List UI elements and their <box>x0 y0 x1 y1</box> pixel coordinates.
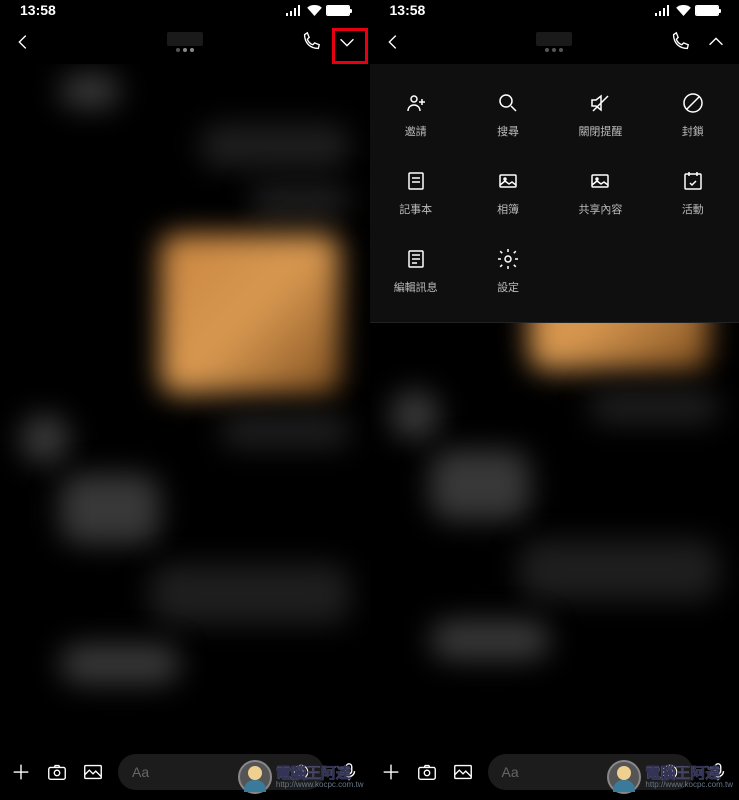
plus-icon[interactable] <box>380 761 402 783</box>
menu-shared-content[interactable]: 共享內容 <box>554 154 646 232</box>
status-time: 13:58 <box>390 2 426 18</box>
battery-icon <box>326 5 350 16</box>
nav-bar <box>370 20 739 64</box>
camera-icon[interactable] <box>46 761 68 783</box>
menu-settings[interactable]: 設定 <box>462 232 554 310</box>
block-icon <box>681 91 705 115</box>
menu-invite[interactable]: 邀請 <box>370 76 462 154</box>
chat-menu-panel: 邀請 搜尋 關閉提醒 封鎖 記事本 <box>370 64 739 323</box>
invite-icon <box>404 91 428 115</box>
menu-event[interactable]: 活動 <box>647 154 739 232</box>
shared-content-icon <box>588 169 612 193</box>
nav-title <box>536 32 572 52</box>
call-icon[interactable] <box>300 31 322 53</box>
chevron-left-icon <box>382 31 404 53</box>
status-time: 13:58 <box>20 2 56 18</box>
chat-area[interactable] <box>0 64 370 740</box>
input-placeholder: Aa <box>502 764 519 780</box>
watermark-title: 電腦王阿達 <box>645 766 733 781</box>
watermark-title: 電腦王阿達 <box>276 766 364 781</box>
watermark: 電腦王阿達 http://www.kocpc.com.tw <box>238 760 364 794</box>
status-bar: 13:58 <box>370 0 739 20</box>
phone-right: 13:58 邀請 <box>370 0 739 800</box>
wifi-icon <box>676 5 691 16</box>
menu-search[interactable]: 搜尋 <box>462 76 554 154</box>
nav-title <box>167 32 203 52</box>
menu-label: 關閉提醒 <box>578 123 622 139</box>
status-bar: 13:58 <box>0 0 370 20</box>
menu-album[interactable]: 相簿 <box>462 154 554 232</box>
menu-label: 邀請 <box>405 123 427 139</box>
phone-left: 13:58 <box>0 0 370 800</box>
call-icon[interactable] <box>669 31 691 53</box>
menu-note[interactable]: 記事本 <box>370 154 462 232</box>
nav-bar <box>0 20 370 64</box>
watermark: 電腦王阿達 http://www.kocpc.com.tw <box>607 760 733 794</box>
chevron-left-icon <box>12 31 34 53</box>
menu-label: 記事本 <box>399 201 432 217</box>
settings-icon <box>496 247 520 271</box>
menu-label: 編輯訊息 <box>394 279 438 295</box>
menu-label: 封鎖 <box>682 123 704 139</box>
menu-label: 活動 <box>682 201 704 217</box>
mute-icon <box>588 91 612 115</box>
camera-icon[interactable] <box>416 761 438 783</box>
edit-icon <box>404 247 428 271</box>
menu-mute[interactable]: 關閉提醒 <box>554 76 646 154</box>
status-indicators <box>286 5 350 16</box>
gallery-icon[interactable] <box>82 761 104 783</box>
watermark-url: http://www.kocpc.com.tw <box>645 781 733 789</box>
search-icon <box>496 91 520 115</box>
album-icon <box>496 169 520 193</box>
watermark-url: http://www.kocpc.com.tw <box>276 781 364 789</box>
menu-label: 共享內容 <box>578 201 622 217</box>
menu-label: 相簿 <box>497 201 519 217</box>
gallery-icon[interactable] <box>452 761 474 783</box>
input-placeholder: Aa <box>132 764 149 780</box>
battery-icon <box>695 5 719 16</box>
status-indicators <box>655 5 719 16</box>
note-icon <box>404 169 428 193</box>
chat-area[interactable] <box>370 310 739 740</box>
menu-label: 搜尋 <box>497 123 519 139</box>
signal-icon <box>655 5 672 16</box>
plus-icon[interactable] <box>10 761 32 783</box>
signal-icon <box>286 5 303 16</box>
wifi-icon <box>307 5 322 16</box>
back-button[interactable] <box>12 31 56 53</box>
highlight-chevron <box>332 28 368 64</box>
chevron-up-icon[interactable] <box>705 31 727 53</box>
menu-block[interactable]: 封鎖 <box>647 76 739 154</box>
back-button[interactable] <box>382 31 426 53</box>
event-icon <box>681 169 705 193</box>
watermark-avatar <box>607 760 641 794</box>
watermark-avatar <box>238 760 272 794</box>
menu-edit[interactable]: 編輯訊息 <box>370 232 462 310</box>
menu-label: 設定 <box>497 279 519 295</box>
